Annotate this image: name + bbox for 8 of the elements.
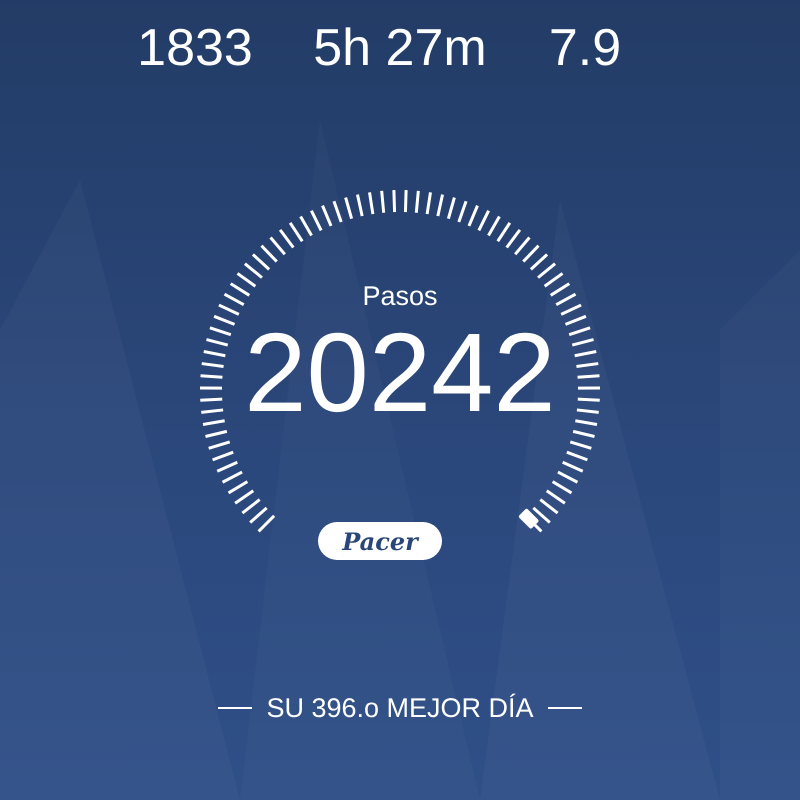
pacer-logo: Pacer [318, 522, 442, 560]
stat-value: 5h 27m [312, 18, 488, 78]
progress-marker [518, 508, 540, 530]
steps-label: Pasos [362, 280, 438, 312]
best-day-text: SU 396.o MEJOR DÍA [266, 692, 534, 724]
stat-value: 7.9 [548, 18, 622, 78]
stat-value: 1833 [136, 18, 254, 78]
steps-count: 20242 [244, 318, 556, 428]
